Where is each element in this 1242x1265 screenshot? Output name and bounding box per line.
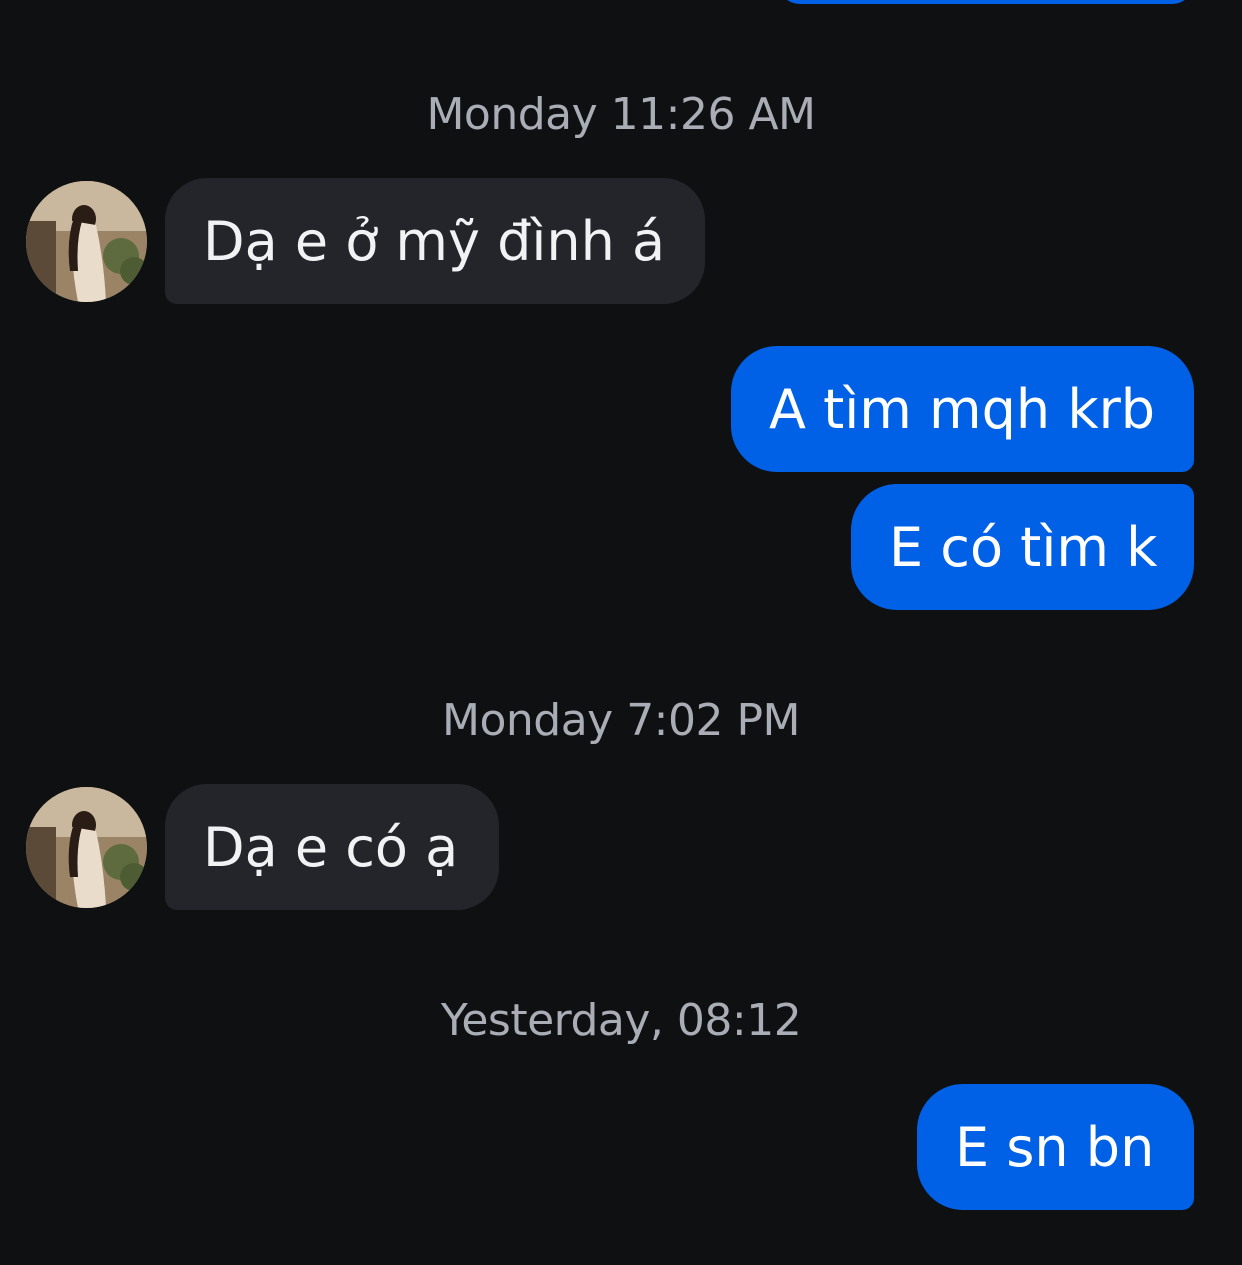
message-text: E có tìm k (889, 515, 1158, 579)
outgoing-message-bubble[interactable]: A tìm mqh krb (731, 346, 1194, 472)
avatar-photo (26, 181, 147, 302)
message-text: E sn bn (955, 1115, 1155, 1179)
message-text: A tìm mqh krb (769, 377, 1156, 441)
previous-outgoing-message-bubble[interactable] (778, 0, 1194, 4)
contact-avatar[interactable] (26, 181, 147, 302)
message-text: Dạ e ở mỹ đình á (203, 209, 666, 273)
avatar-photo (26, 787, 147, 908)
contact-avatar[interactable] (26, 787, 147, 908)
outgoing-message-bubble[interactable]: E có tìm k (851, 484, 1194, 610)
message-text: Dạ e có ạ (203, 815, 459, 879)
incoming-message-bubble[interactable]: Dạ e có ạ (165, 784, 499, 910)
timestamp-label: Yesterday, 08:12 (440, 995, 802, 1046)
message-thread[interactable]: Monday 11:26 AM Dạ e ở mỹ đình á A tìm m… (0, 0, 1242, 1265)
timestamp-label: Monday 11:26 AM (426, 89, 816, 140)
timestamp-label: Monday 7:02 PM (442, 695, 800, 746)
incoming-message-bubble[interactable]: Dạ e ở mỹ đình á (165, 178, 705, 304)
outgoing-message-bubble[interactable]: E sn bn (917, 1084, 1194, 1210)
